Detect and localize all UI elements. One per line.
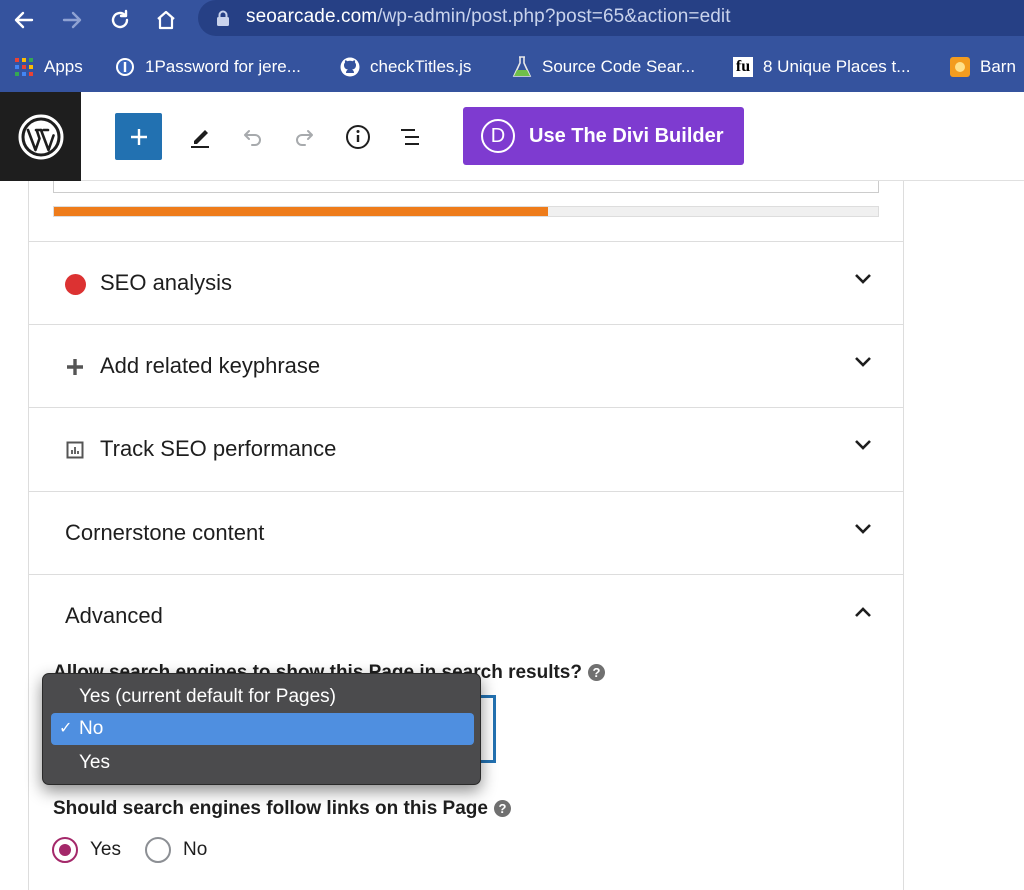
bookmark-source-code[interactable]: Source Code Sear... — [512, 52, 695, 82]
chevron-up-icon — [853, 605, 873, 624]
info-icon[interactable] — [342, 121, 374, 153]
apps-grid-icon — [14, 57, 34, 77]
bookmark-label: Apps — [44, 57, 83, 76]
section-cornerstone-content[interactable]: Cornerstone content — [29, 491, 903, 574]
fu-icon: fu — [733, 57, 753, 77]
list-view-icon[interactable] — [395, 121, 427, 153]
radio-label: Yes — [90, 839, 121, 860]
section-add-related-keyphrase[interactable]: Add related keyphrase — [29, 324, 903, 407]
plus-icon — [130, 128, 147, 145]
chevron-down-icon — [853, 355, 873, 374]
chevron-down-icon — [853, 522, 873, 541]
section-label: Advanced — [65, 603, 163, 628]
bookmark-label: 8 Unique Places t... — [763, 57, 911, 76]
help-icon[interactable]: ? — [493, 800, 511, 817]
bookmark-label: checkTitles.js — [370, 57, 472, 76]
index-dropdown-menu: Yes (current default for Pages) ✓ No Yes — [42, 673, 481, 785]
bookmarks-bar: Apps 1Password for jere... checkTitles.j… — [0, 50, 1024, 84]
section-label: SEO analysis — [100, 270, 233, 295]
chevron-down-icon — [853, 272, 873, 291]
section-label: Track SEO performance — [100, 436, 337, 461]
home-icon[interactable] — [150, 4, 182, 36]
editor-toolbar: D Use The Divi Builder — [0, 92, 1024, 181]
text-field-bottom — [53, 181, 879, 193]
section-advanced[interactable]: Advanced — [29, 574, 903, 657]
browser-chrome: seoarcade.com/wp-admin/post.php?post=65&… — [0, 0, 1024, 92]
follow-radio-group: Yes No — [52, 835, 207, 865]
dropdown-option-selected[interactable]: ✓ No — [51, 713, 474, 745]
bookmark-label: 1Password for jere... — [145, 57, 301, 76]
bookmark-barn[interactable]: Barn — [950, 52, 1016, 82]
add-block-button[interactable] — [115, 113, 162, 160]
divi-builder-label: Use The Divi Builder — [529, 124, 724, 147]
bookmark-apps[interactable]: Apps — [14, 52, 83, 82]
section-label: Add related keyphrase — [100, 353, 321, 378]
redo-icon[interactable] — [289, 121, 321, 153]
dropdown-option-label: No — [79, 718, 104, 739]
divi-logo-icon: D — [481, 119, 515, 153]
bookmark-1password[interactable]: 1Password for jere... — [115, 52, 301, 82]
follow-question-label: Should search engines follow links on th… — [53, 798, 511, 820]
section-seo-analysis[interactable]: SEO analysis — [29, 241, 903, 324]
radio-follow-yes[interactable] — [52, 837, 78, 863]
help-icon[interactable]: ? — [588, 664, 605, 681]
plus-icon — [65, 357, 85, 377]
flask-icon — [512, 56, 532, 77]
back-arrow-icon[interactable] — [8, 4, 40, 36]
browser-nav-row: seoarcade.com/wp-admin/post.php?post=65&… — [0, 0, 1024, 40]
github-icon — [340, 57, 360, 77]
bookmark-label: Source Code Sear... — [542, 57, 696, 76]
undo-icon[interactable] — [236, 121, 268, 153]
bookmark-label: Barn — [980, 57, 1016, 76]
checkmark-icon: ✓ — [59, 720, 73, 737]
section-track-seo-performance[interactable]: Track SEO performance — [29, 407, 903, 490]
radio-label: No — [183, 839, 208, 860]
reload-icon[interactable] — [104, 4, 136, 36]
edit-pencil-icon[interactable] — [184, 121, 216, 153]
section-label: Cornerstone content — [65, 520, 265, 545]
dropdown-option[interactable]: Yes — [51, 747, 474, 779]
follow-question-text: Should search engines follow links on th… — [53, 798, 488, 819]
divi-builder-button[interactable]: D Use The Divi Builder — [463, 107, 744, 165]
dropdown-option[interactable]: Yes (current default for Pages) — [51, 681, 474, 713]
address-bar[interactable]: seoarcade.com/wp-admin/post.php?post=65&… — [198, 0, 1024, 36]
chart-icon — [65, 440, 85, 460]
url-host: seoarcade.com — [246, 6, 378, 27]
red-dot-icon — [65, 274, 86, 295]
progress-bar — [53, 206, 879, 217]
url-path: /wp-admin/post.php?post=65&action=edit — [377, 6, 731, 27]
url-text: seoarcade.com/wp-admin/post.php?post=65&… — [246, 6, 731, 28]
bookmark-checktitles[interactable]: checkTitles.js — [340, 52, 471, 82]
lock-icon — [216, 10, 230, 32]
onepassword-icon — [115, 57, 135, 77]
chevron-down-icon — [853, 438, 873, 457]
barn-icon — [950, 57, 970, 77]
bookmark-unique-places[interactable]: fu 8 Unique Places t... — [733, 52, 910, 82]
progress-bar-fill — [54, 207, 549, 216]
forward-arrow-icon[interactable] — [56, 4, 88, 36]
radio-follow-no[interactable] — [145, 837, 171, 863]
wordpress-logo-icon[interactable] — [0, 92, 81, 181]
